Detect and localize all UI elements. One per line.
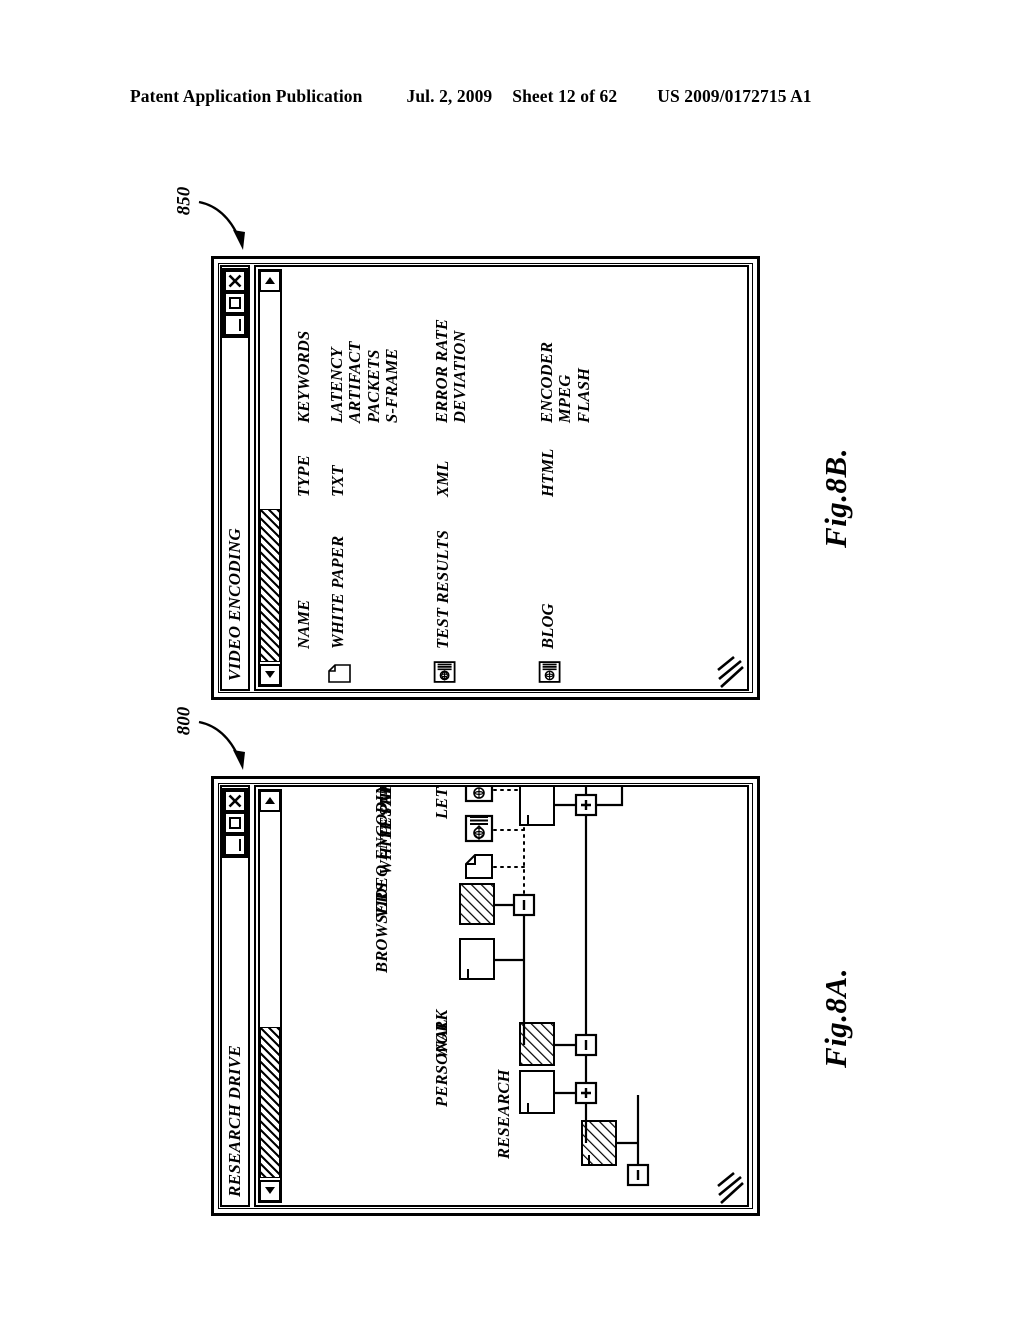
cell-keywords: ENCODER MPEG FLASH (537, 273, 593, 423)
window-research-drive: RESEARCH DRIVE RESEARCH PERSONAL WORK BR… (211, 776, 760, 1216)
folder-open-icon-research (581, 1120, 617, 1166)
column-header-keywords[interactable]: KEYWORDS (294, 273, 314, 423)
web-document-icon-test-results (464, 814, 494, 843)
keyword-item: LATENCY (327, 347, 346, 423)
scrollbar-track[interactable] (259, 292, 281, 664)
column-header-name[interactable]: NAME (294, 497, 314, 649)
cell-type: XML (433, 460, 452, 497)
page-header: Patent Application Publication Jul. 2, 2… (130, 86, 894, 110)
keyword-item: DEVIATION (450, 330, 470, 423)
cell-type: HTML (538, 448, 557, 497)
resize-grip-icon[interactable] (717, 655, 747, 689)
tree-label-work[interactable]: WORK (432, 1010, 452, 1059)
horizontal-scrollbar-8b[interactable] (258, 269, 282, 687)
scroll-left-arrow-icon[interactable] (259, 1180, 281, 1202)
titlebar-research-drive[interactable]: RESEARCH DRIVE (220, 785, 250, 1207)
row-icon-cell (433, 649, 470, 683)
table-row[interactable]: BLOG HTML ENCODER MPEG FLASH (537, 273, 593, 683)
keyword-item: ENCODER (537, 341, 556, 423)
resize-grip-icon[interactable] (717, 1171, 747, 1205)
patent-number: US 2009/0172715 A1 (657, 86, 812, 106)
sheet-number: Sheet 12 of 62 (512, 86, 618, 106)
cell-type: TXT (328, 465, 347, 497)
keyword-item: ERROR RATE (432, 318, 451, 423)
figure-caption-8a: Fig.8A. (817, 968, 853, 1068)
titlebar-video-encoding[interactable]: VIDEO ENCODING (220, 265, 250, 691)
tree-label-letters[interactable]: LETTERS (432, 785, 452, 819)
row-icon-cell (328, 649, 402, 683)
scrollbar-track[interactable] (259, 812, 281, 1180)
table-row[interactable]: TEST RESULTS XML ERROR RATE DEVIATION (432, 273, 470, 683)
figure-8b: VIDEO ENCODING NAME TYPE KEYWORDS WHITE … (211, 256, 760, 700)
window-title: RESEARCH DRIVE (225, 1044, 244, 1197)
folder-icon-letters (519, 785, 555, 826)
cell-name: TEST RESULTS (433, 529, 452, 649)
maximize-button[interactable] (224, 292, 246, 314)
figure-caption-8b: Fig.8B. (817, 448, 853, 548)
cell-name: WHITE PAPER (328, 535, 347, 649)
close-button[interactable] (224, 270, 246, 292)
keyword-item: MPEG (555, 374, 575, 423)
folder-icon-browsers (459, 938, 495, 980)
listview-header-row: NAME TYPE KEYWORDS (294, 273, 314, 683)
window-client-area-8a: RESEARCH PERSONAL WORK BROWSERS VIDEO EN… (254, 785, 749, 1207)
figure-8a: RESEARCH DRIVE RESEARCH PERSONAL WORK BR… (211, 776, 760, 1216)
publication-date: Jul. 2, 2009 (406, 86, 493, 106)
leader-line-850 (198, 200, 245, 250)
file-listview: NAME TYPE KEYWORDS WHITE PAPER TXT LATEN… (288, 273, 743, 683)
keyword-item: FLASH (573, 367, 593, 423)
publication-title: Patent Application Publication (130, 86, 363, 106)
scrollbar-thumb[interactable] (260, 1027, 280, 1178)
window-video-encoding: VIDEO ENCODING NAME TYPE KEYWORDS WHITE … (211, 256, 760, 700)
web-document-icon-blog (464, 785, 494, 803)
tree-connectors (459, 785, 650, 1187)
close-button[interactable] (224, 790, 246, 812)
minimize-button[interactable] (224, 834, 246, 856)
folder-treeview: RESEARCH PERSONAL WORK BROWSERS VIDEO EN… (286, 785, 747, 1205)
keyword-item: PACKETS (363, 349, 383, 423)
web-document-icon (538, 661, 565, 683)
minimize-button[interactable] (224, 314, 246, 336)
scroll-right-arrow-icon[interactable] (259, 790, 281, 812)
window-button-group (222, 268, 248, 338)
folder-icon-personal (519, 1070, 555, 1114)
reference-numeral-800: 800 (173, 706, 195, 736)
horizontal-scrollbar-8a[interactable] (258, 789, 282, 1203)
keyword-item: S-FRAME (382, 348, 402, 423)
column-header-type[interactable]: TYPE (294, 423, 314, 497)
cell-keywords: ERROR RATE DEVIATION (432, 273, 470, 423)
scroll-left-arrow-icon[interactable] (259, 664, 281, 686)
leader-line-800 (198, 720, 245, 770)
tree-label-blog-html[interactable]: BLOG.HTML (376, 785, 396, 799)
folder-open-icon-work (519, 1022, 555, 1066)
text-document-icon-white-paper (465, 854, 493, 879)
window-title: VIDEO ENCODING (225, 528, 244, 681)
reference-numeral-850: 850 (173, 186, 195, 216)
text-document-icon (328, 664, 355, 683)
header-icon-spacer (294, 649, 314, 683)
maximize-button[interactable] (224, 812, 246, 834)
tree-label-research[interactable]: RESEARCH (494, 1069, 514, 1159)
scrollbar-thumb[interactable] (260, 509, 280, 662)
window-button-group (222, 788, 248, 858)
scroll-right-arrow-icon[interactable] (259, 270, 281, 292)
table-row[interactable]: WHITE PAPER TXT LATENCY ARTIFACT PACKETS… (327, 273, 402, 683)
web-document-icon (433, 661, 460, 683)
keyword-item: ARTIFACT (345, 341, 365, 423)
cell-name: BLOG (538, 603, 557, 649)
row-icon-cell (538, 649, 593, 683)
folder-open-icon-video-encoding (459, 883, 495, 925)
cell-keywords: LATENCY ARTIFACT PACKETS S-FRAME (327, 273, 402, 423)
window-client-area-8b: NAME TYPE KEYWORDS WHITE PAPER TXT LATEN… (254, 265, 749, 691)
